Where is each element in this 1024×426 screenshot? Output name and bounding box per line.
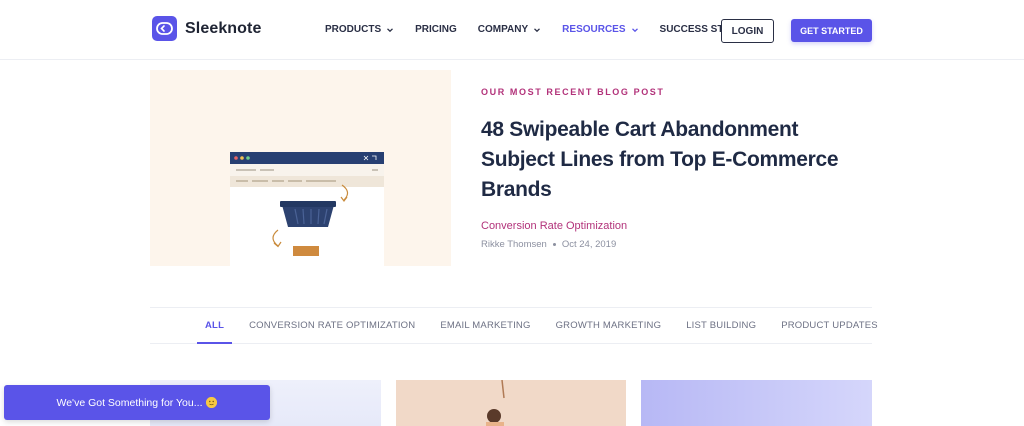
nav-label: COMPANY [477, 24, 529, 35]
nav-item-company[interactable]: COMPANY [478, 24, 541, 35]
person-illustration-icon [486, 380, 505, 426]
post-card[interactable] [641, 380, 872, 426]
featured-kicker: OUR MOST RECENT BLOG POST [481, 87, 665, 97]
tab-conversion-rate-optimization[interactable]: CONVERSION RATE OPTIMIZATION [249, 320, 415, 331]
post-author: Rikke Thomsen [481, 239, 547, 250]
chevron-down-icon [534, 27, 541, 32]
tab-list-building[interactable]: LIST BUILDING [686, 320, 756, 331]
logo-icon [152, 16, 177, 41]
get-started-button[interactable]: GET STARTED [791, 19, 872, 42]
login-button[interactable]: LOGIN [721, 19, 774, 43]
tab-growth-marketing[interactable]: GROWTH MARKETING [556, 320, 662, 331]
featured-post-category[interactable]: Conversion Rate Optimization [481, 220, 627, 232]
featured-post-title[interactable]: 48 Swipeable Cart Abandonment Subject Li… [481, 115, 841, 205]
post-card[interactable] [396, 380, 626, 426]
separator-dot [552, 243, 556, 246]
chevron-down-icon [387, 27, 394, 32]
cart-abandonment-illustration-icon [230, 152, 384, 266]
smile-emoji-icon [206, 397, 218, 408]
brand-name: Sleeknote [185, 19, 262, 37]
nav-label: PRODUCTS [325, 24, 382, 35]
promo-toast[interactable]: We've Got Something for You... [4, 385, 270, 420]
tab-email-marketing[interactable]: EMAIL MARKETING [440, 320, 530, 331]
featured-post-image[interactable] [150, 70, 451, 266]
nav-label: RESOURCES [562, 24, 626, 35]
nav-item-resources[interactable]: RESOURCES [562, 24, 638, 35]
toast-text: We've Got Something for You... [56, 396, 203, 409]
brand-logo[interactable]: Sleeknote [152, 16, 262, 41]
nav-item-products[interactable]: PRODUCTS [325, 24, 394, 35]
featured-post-meta: Rikke Thomsen Oct 24, 2019 [481, 239, 616, 250]
chevron-down-icon [631, 27, 638, 32]
tab-all[interactable]: ALL [196, 320, 233, 344]
post-date: Oct 24, 2019 [561, 239, 617, 250]
main-nav: PRODUCTS PRICING COMPANY RESOURCES SUCCE… [325, 24, 775, 35]
nav-label: PRICING [415, 24, 457, 35]
tab-product-updates[interactable]: PRODUCT UPDATES [781, 320, 878, 331]
site-header: Sleeknote PRODUCTS PRICING COMPANY RESOU… [0, 0, 1024, 60]
category-filter-bar: ALL CONVERSION RATE OPTIMIZATION EMAIL M… [150, 307, 878, 344]
nav-item-pricing[interactable]: PRICING [415, 24, 457, 35]
